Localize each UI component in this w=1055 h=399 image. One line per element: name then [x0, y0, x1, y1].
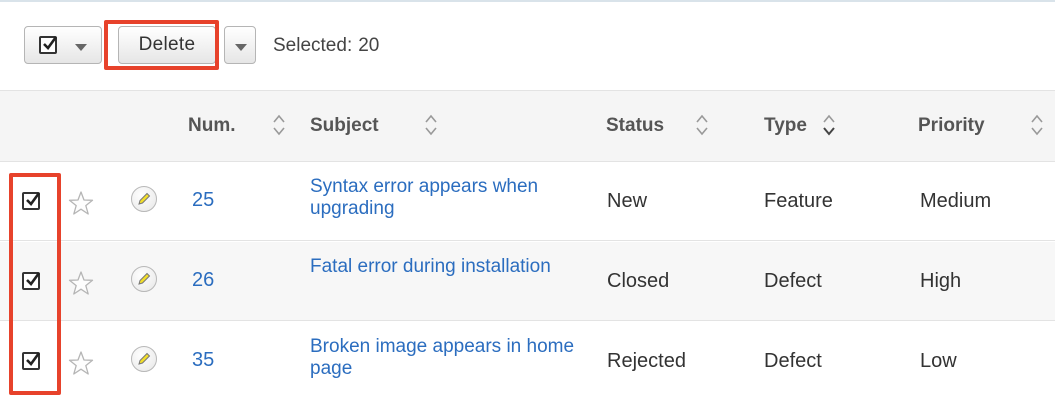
priority-cell: High	[920, 270, 962, 292]
type-cell: Feature	[764, 190, 833, 212]
row-checkbox[interactable]	[22, 352, 41, 370]
delete-button[interactable]: Delete	[118, 26, 216, 64]
status-cell: Rejected	[607, 350, 686, 372]
chevron-down-icon	[235, 44, 247, 51]
top-rule	[0, 0, 1055, 10]
table-row: 26 Fatal error during installation Close…	[0, 242, 1055, 321]
list-toolbar: Delete Selected: 20	[0, 10, 1055, 90]
selected-count-text: Selected: 20	[273, 35, 379, 57]
sort-icon[interactable]	[1030, 111, 1044, 141]
priority-cell: Low	[920, 350, 957, 372]
row-checkbox[interactable]	[22, 192, 41, 210]
status-cell: Closed	[607, 270, 670, 292]
row-checkbox[interactable]	[22, 272, 41, 290]
status-cell: New	[607, 190, 648, 212]
favorite-star-icon[interactable]	[68, 270, 94, 301]
table-row: 35 Broken image appears in home page Rej…	[0, 322, 1055, 399]
subject-link[interactable]: Broken image appears in home page	[310, 336, 590, 380]
table-row: 25 Syntax error appears when upgrading N…	[0, 162, 1055, 241]
edit-pencil-icon[interactable]	[131, 266, 157, 292]
sort-icon[interactable]	[695, 111, 709, 141]
column-header-type[interactable]: Type	[764, 115, 807, 137]
column-header-num[interactable]: Num.	[188, 115, 236, 137]
column-header-status[interactable]: Status	[606, 115, 664, 137]
type-cell: Defect	[764, 270, 822, 292]
type-cell: Defect	[764, 350, 822, 372]
checkbox-checked-icon	[39, 36, 58, 54]
table-header: Num. Subject Status Type Priority	[0, 90, 1055, 162]
chevron-down-icon	[75, 44, 87, 51]
sort-icon[interactable]	[424, 111, 438, 141]
edit-pencil-icon[interactable]	[131, 186, 157, 212]
more-actions-dropdown-button[interactable]	[224, 26, 256, 64]
select-all-dropdown-button[interactable]	[24, 26, 102, 64]
subject-link[interactable]: Fatal error during installation	[310, 256, 590, 278]
selected-count: 20	[358, 35, 380, 56]
sort-descending-icon[interactable]	[822, 111, 836, 141]
subject-link[interactable]: Syntax error appears when upgrading	[310, 176, 590, 220]
selected-label: Selected:	[273, 35, 353, 56]
record-number-link[interactable]: 25	[192, 189, 214, 212]
edit-pencil-icon[interactable]	[131, 346, 157, 372]
record-number-link[interactable]: 35	[192, 349, 214, 372]
column-header-subject[interactable]: Subject	[310, 115, 379, 137]
record-number-link[interactable]: 26	[192, 269, 214, 292]
favorite-star-icon[interactable]	[68, 190, 94, 221]
priority-cell: Medium	[920, 190, 992, 212]
favorite-star-icon[interactable]	[68, 350, 94, 381]
column-header-priority[interactable]: Priority	[918, 115, 985, 137]
sort-icon[interactable]	[272, 111, 286, 141]
